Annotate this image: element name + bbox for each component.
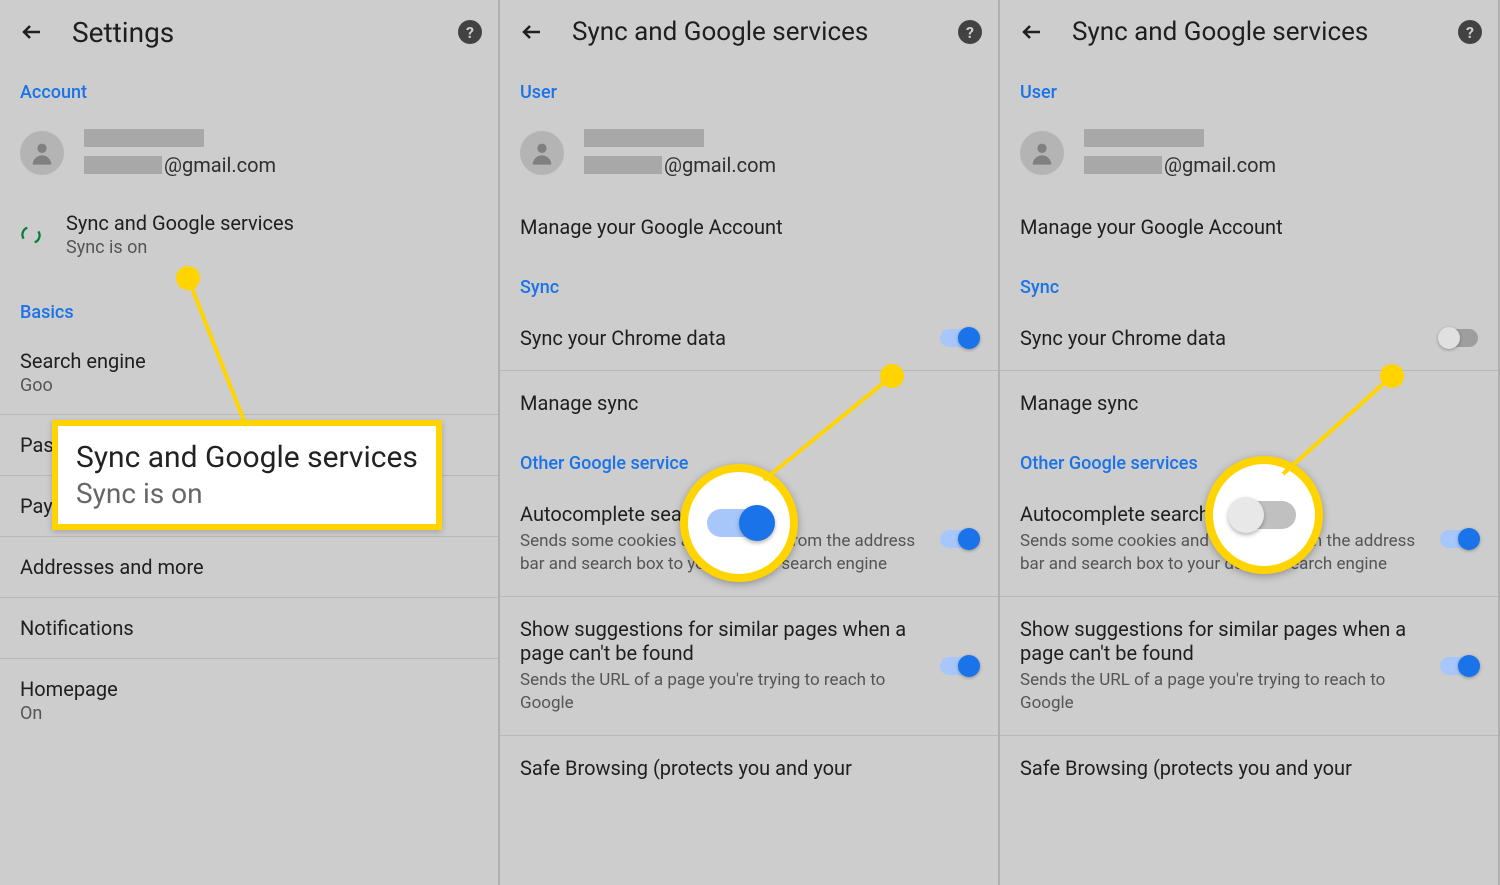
addresses-row[interactable]: Addresses and more bbox=[0, 536, 498, 597]
profile-row[interactable]: @gmail.com bbox=[1000, 111, 1498, 195]
suggestions-desc: Sends the URL of a page you're trying to… bbox=[520, 669, 928, 715]
suggestions-desc: Sends the URL of a page you're trying to… bbox=[1020, 669, 1428, 715]
safe-browsing-row[interactable]: Safe Browsing (protects you and your bbox=[1000, 735, 1498, 800]
suggestions-label: Show suggestions for similar pages when … bbox=[1020, 617, 1428, 665]
suggestions-label: Show suggestions for similar pages when … bbox=[520, 617, 928, 665]
addresses-label: Addresses and more bbox=[20, 555, 478, 579]
profile-text: @gmail.com bbox=[584, 129, 776, 177]
section-user: User bbox=[1000, 64, 1498, 111]
help-icon[interactable]: ? bbox=[458, 20, 482, 44]
profile-text: @gmail.com bbox=[1084, 129, 1276, 177]
section-sync: Sync bbox=[1000, 259, 1498, 306]
sync-sub: Sync is on bbox=[66, 237, 294, 258]
back-icon[interactable] bbox=[20, 20, 44, 44]
sync-chrome-toggle[interactable] bbox=[940, 329, 978, 347]
homepage-label: Homepage bbox=[20, 677, 478, 701]
redacted-username bbox=[1084, 156, 1162, 174]
search-engine-row[interactable]: Search engine Goo bbox=[0, 331, 498, 414]
back-icon[interactable] bbox=[520, 20, 544, 44]
notifications-label: Notifications bbox=[20, 616, 478, 640]
redacted-username bbox=[84, 156, 162, 174]
manage-sync-label: Manage sync bbox=[1020, 391, 1466, 415]
zoom-toggle-inner bbox=[707, 509, 771, 537]
zoom-toggle-inner bbox=[1232, 501, 1296, 529]
search-engine-label: Search engine bbox=[20, 349, 478, 373]
redacted-name bbox=[584, 129, 704, 147]
homepage-value: On bbox=[20, 703, 478, 724]
avatar bbox=[520, 131, 564, 175]
sync-chrome-data-label: Sync your Chrome data bbox=[520, 326, 928, 350]
manage-sync-row[interactable]: Manage sync bbox=[1000, 370, 1498, 435]
manage-account-row[interactable]: Manage your Google Account bbox=[500, 195, 998, 259]
header: Sync and Google services ? bbox=[1000, 0, 1498, 64]
sync-services-row[interactable]: Sync and Google services Sync is on bbox=[0, 195, 498, 274]
panel-sync-on: Sync and Google services ? User @gmail.c… bbox=[500, 0, 1000, 885]
sync-chrome-toggle[interactable] bbox=[1440, 329, 1478, 347]
zoom-toggle-on bbox=[680, 464, 798, 582]
sync-title: Sync and Google services bbox=[66, 211, 294, 235]
section-sync: Sync bbox=[500, 259, 998, 306]
manage-account-row[interactable]: Manage your Google Account bbox=[1000, 195, 1498, 259]
manage-sync-row[interactable]: Manage sync bbox=[500, 370, 998, 435]
email-domain: @gmail.com bbox=[1164, 153, 1276, 177]
sync-icon bbox=[20, 224, 42, 246]
panel-settings: Settings ? Account @gmail.com Sync and G… bbox=[0, 0, 500, 885]
search-engine-value: Goo bbox=[20, 375, 478, 396]
profile-row[interactable]: @gmail.com bbox=[500, 111, 998, 195]
panel-sync-off: Sync and Google services ? User @gmail.c… bbox=[1000, 0, 1500, 885]
page-title: Sync and Google services bbox=[572, 17, 958, 47]
help-icon[interactable]: ? bbox=[958, 20, 982, 44]
redacted-username bbox=[584, 156, 662, 174]
manage-account-label: Manage your Google Account bbox=[1020, 215, 1466, 239]
highlight-dot bbox=[176, 266, 200, 290]
suggestions-toggle[interactable] bbox=[1440, 657, 1478, 675]
section-basics: Basics bbox=[0, 284, 498, 331]
back-icon[interactable] bbox=[1020, 20, 1044, 44]
suggestions-row[interactable]: Show suggestions for similar pages when … bbox=[500, 596, 998, 735]
autocomplete-toggle[interactable] bbox=[1440, 530, 1478, 548]
manage-account-label: Manage your Google Account bbox=[520, 215, 966, 239]
redacted-name bbox=[84, 129, 204, 147]
avatar bbox=[20, 131, 64, 175]
notifications-row[interactable]: Notifications bbox=[0, 597, 498, 658]
safe-browsing-label: Safe Browsing (protects you and your bbox=[1020, 756, 1466, 780]
callout-sync: Sync and Google services Sync is on bbox=[52, 420, 442, 530]
header: Sync and Google services ? bbox=[500, 0, 998, 64]
highlight-dot bbox=[1380, 364, 1404, 388]
sync-chrome-data-label: Sync your Chrome data bbox=[1020, 326, 1428, 350]
suggestions-row[interactable]: Show suggestions for similar pages when … bbox=[1000, 596, 1498, 735]
help-icon[interactable]: ? bbox=[1458, 20, 1482, 44]
redacted-name bbox=[1084, 129, 1204, 147]
page-title: Settings bbox=[72, 16, 458, 49]
profile-row[interactable]: @gmail.com bbox=[0, 111, 498, 195]
section-account: Account bbox=[0, 64, 498, 111]
header: Settings ? bbox=[0, 0, 498, 64]
section-user: User bbox=[500, 64, 998, 111]
autocomplete-toggle[interactable] bbox=[940, 530, 978, 548]
sync-chrome-data-row[interactable]: Sync your Chrome data bbox=[1000, 306, 1498, 370]
highlight-dot bbox=[880, 364, 904, 388]
page-title: Sync and Google services bbox=[1072, 17, 1458, 47]
profile-text: @gmail.com bbox=[84, 129, 276, 177]
avatar bbox=[1020, 131, 1064, 175]
safe-browsing-row[interactable]: Safe Browsing (protects you and your bbox=[500, 735, 998, 800]
email-domain: @gmail.com bbox=[664, 153, 776, 177]
homepage-row[interactable]: Homepage On bbox=[0, 658, 498, 742]
safe-browsing-label: Safe Browsing (protects you and your bbox=[520, 756, 966, 780]
sync-chrome-data-row[interactable]: Sync your Chrome data bbox=[500, 306, 998, 370]
callout-sub: Sync is on bbox=[76, 477, 418, 510]
suggestions-toggle[interactable] bbox=[940, 657, 978, 675]
email-domain: @gmail.com bbox=[164, 153, 276, 177]
zoom-toggle-off bbox=[1205, 456, 1323, 574]
callout-title: Sync and Google services bbox=[76, 440, 418, 475]
manage-sync-label: Manage sync bbox=[520, 391, 966, 415]
